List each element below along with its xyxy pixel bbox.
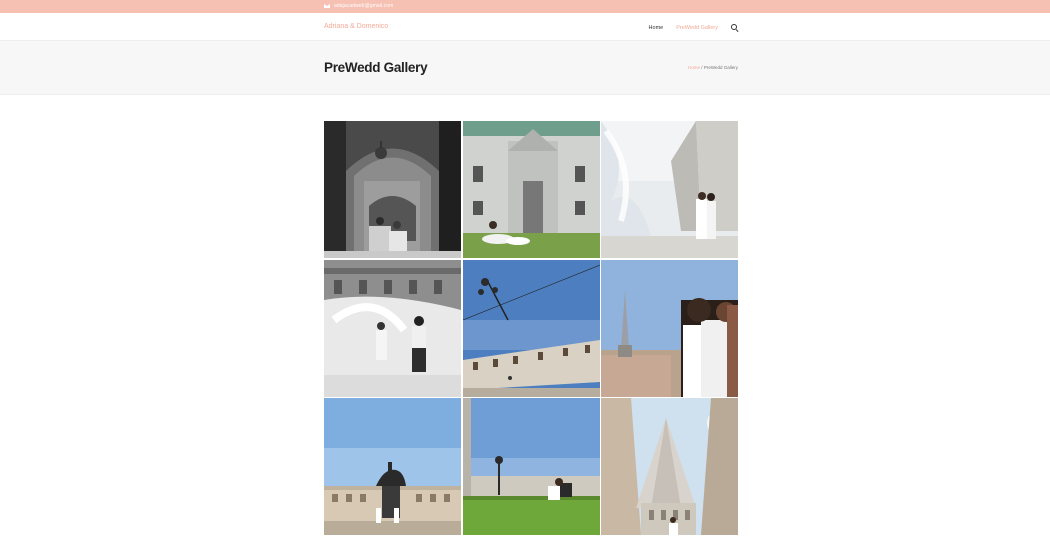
page-title-bar: PreWedd Gallery Home / PreWedd Gallery [0, 41, 1050, 95]
photo-gallery [324, 121, 738, 535]
nav-home[interactable]: Home [649, 25, 664, 31]
main-nav: Home PreWedd Gallery [649, 24, 738, 31]
contact-email[interactable]: adajacadweb@gmail.com [324, 3, 393, 9]
photo-fountain-bw [324, 259, 461, 397]
photo-kiss-city [601, 259, 738, 397]
photo-lawn-building [462, 121, 600, 258]
gallery-photo[interactable] [324, 398, 461, 535]
gallery-photo[interactable] [462, 259, 600, 397]
gallery-photo[interactable] [324, 121, 461, 258]
gallery-photo[interactable] [324, 259, 461, 397]
photo-statue-square [324, 398, 461, 535]
nav-prewedd-gallery[interactable]: PreWedd Gallery [676, 25, 718, 31]
gallery-photo[interactable] [601, 259, 738, 397]
email-text[interactable]: adajacadweb@gmail.com [334, 3, 393, 9]
site-header: Adriana & Domenico Home PreWedd Gallery [0, 13, 1050, 41]
breadcrumb: Home / PreWedd Gallery [688, 65, 738, 70]
gallery-photo[interactable] [601, 398, 738, 535]
breadcrumb-current: PreWedd Gallery [703, 65, 738, 70]
page-title: PreWedd Gallery [324, 60, 428, 75]
envelope-icon [324, 4, 330, 8]
top-bar: adajacadweb@gmail.com [0, 0, 1050, 13]
gallery-photo[interactable] [601, 121, 738, 258]
search-icon[interactable] [731, 24, 738, 31]
photo-piazza-lamp [462, 259, 600, 397]
gallery-photo[interactable] [462, 398, 600, 535]
breadcrumb-home[interactable]: Home [688, 65, 700, 70]
photo-archway-bw [324, 121, 461, 258]
gallery-photo[interactable] [462, 121, 600, 258]
photo-garden-lift [462, 398, 600, 535]
photo-mole-tower [601, 398, 738, 535]
photo-fountain-couple [601, 121, 738, 258]
site-brand[interactable]: Adriana & Domenico [324, 23, 388, 30]
